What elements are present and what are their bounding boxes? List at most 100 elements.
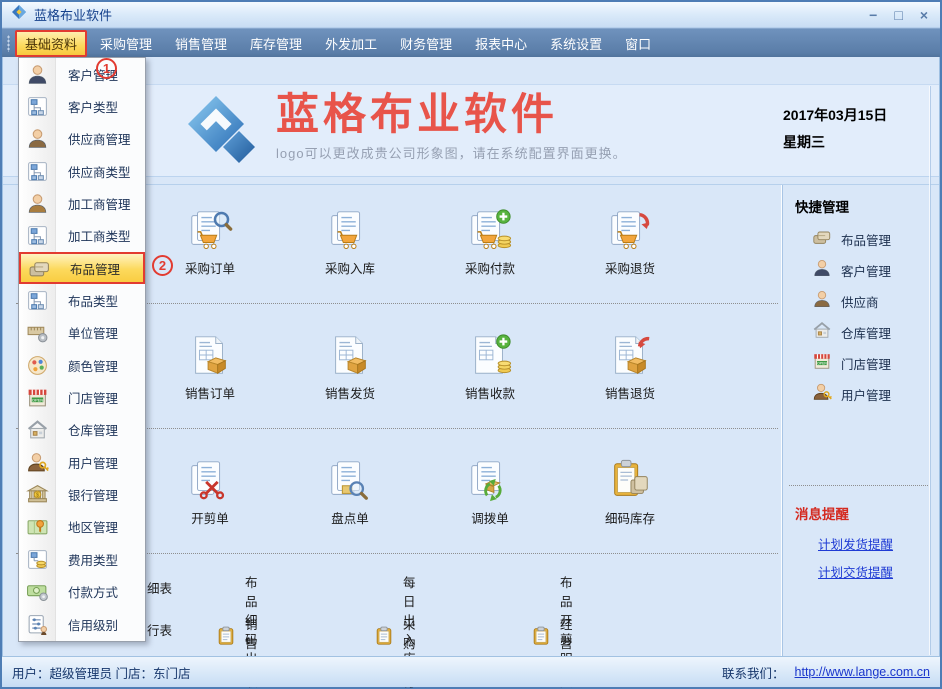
dropdown-menu-item[interactable]: 供应商类型 — [19, 155, 145, 187]
store-icon: OPEN — [19, 386, 56, 409]
title-bar: 蓝格布业软件 − □ × — [2, 2, 940, 28]
brand-title: 蓝格布业软件 — [276, 92, 627, 139]
menu-item[interactable]: 外发加工 — [315, 30, 387, 57]
menu-item[interactable]: 窗口 — [615, 30, 661, 57]
report-link-partial[interactable]: 细表 — [147, 578, 172, 597]
purchase-row: 采购订单 采购入库 采购付款 采购退货 — [140, 205, 780, 277]
dropdown-menu-item[interactable]: 加工商管理 — [19, 187, 145, 219]
status-bar: 用户：超级管理员 门店：东门店 联系我们： http://www.lange.c… — [2, 656, 940, 687]
message-link[interactable]: 计划交货提醒 — [818, 562, 893, 581]
payment-icon — [19, 580, 56, 603]
launch-item[interactable]: 盘点单 — [280, 455, 420, 527]
brand-block: 蓝格布业软件 logo可以更改成贵公司形象图，请在系统配置界面更换。 — [186, 92, 627, 173]
quick-link[interactable]: 布品管理 — [812, 227, 891, 251]
maximize-button[interactable]: □ — [894, 8, 902, 22]
launch-item[interactable]: 销售订单 — [140, 330, 280, 402]
launch-item[interactable]: 销售退货 — [560, 330, 700, 402]
customer-icon — [812, 258, 832, 283]
toolbar-grip-icon — [7, 35, 10, 52]
launch-item[interactable]: 开剪单 — [140, 455, 280, 527]
message-link[interactable]: 计划发货提醒 — [818, 534, 893, 553]
right-edge-divider — [930, 86, 931, 655]
annotation-step-1: 1 — [96, 58, 117, 79]
expense-type-icon — [19, 548, 56, 571]
supplier-icon — [812, 289, 832, 314]
window-title: 蓝格布业软件 — [34, 5, 112, 24]
launch-item[interactable]: 细码库存 — [560, 455, 700, 527]
window-controls: − □ × — [869, 2, 928, 28]
launch-item[interactable]: 销售发货 — [280, 330, 420, 402]
processor-icon — [19, 192, 56, 215]
annotation-step-2: 2 — [152, 255, 173, 276]
sales-row: 销售订单 销售发货 销售收款 销售退货 — [140, 330, 780, 402]
report-link-partial[interactable]: 行表 — [147, 620, 172, 639]
purchase-return-icon — [607, 205, 653, 253]
quick-manage-title: 快捷管理 — [795, 196, 849, 216]
supplier-type-icon — [19, 160, 56, 183]
bank-icon: $ — [19, 483, 56, 506]
menu-item[interactable]: 报表中心 — [465, 30, 537, 57]
quick-link[interactable]: 仓库管理 — [812, 320, 891, 344]
dropdown-menu-item[interactable]: 客户类型 — [19, 90, 145, 122]
launch-item[interactable]: 采购退货 — [560, 205, 700, 277]
processor-type-icon — [19, 224, 56, 247]
dropdown-menu-item[interactable]: 供应商管理 — [19, 123, 145, 155]
dropdown-menu-item[interactable]: 仓库管理 — [19, 414, 145, 446]
dropdown-menu-item[interactable]: 地区管理 — [19, 511, 145, 543]
dropdown-menu-item[interactable]: 加工商类型 — [19, 220, 145, 252]
menu-item[interactable]: 销售管理 — [165, 30, 237, 57]
sales-return-icon — [607, 330, 653, 378]
dropdown-menu-item[interactable]: 客户管理 — [19, 58, 145, 90]
launch-item[interactable]: 采购入库 — [280, 205, 420, 277]
svg-text:OPEN: OPEN — [32, 397, 43, 402]
fabric-icon — [812, 227, 832, 252]
launch-item[interactable]: 调拨单 — [420, 455, 560, 527]
sales-ship-icon — [327, 330, 373, 378]
dropdown-menu-item[interactable]: 单位管理 — [19, 317, 145, 349]
credit-icon — [19, 613, 56, 636]
purchase-order-icon — [187, 205, 233, 253]
user-icon — [19, 451, 56, 474]
launch-item[interactable]: 采购付款 — [420, 205, 560, 277]
quick-link[interactable]: 客户管理 — [812, 258, 891, 282]
dropdown-menu-item[interactable]: 信用级别 — [19, 608, 145, 640]
menu-item[interactable]: 基础资料 — [15, 30, 87, 57]
current-date: 2017年03月15日 — [783, 102, 923, 129]
message-alert-title: 消息提醒 — [795, 503, 849, 523]
dropdown-item-list: 客户管理 客户类型 供应商管理 供应商类型 加工商管理 加工商类型 — [19, 58, 145, 640]
menu-item[interactable]: 库存管理 — [240, 30, 312, 57]
website-link[interactable]: http://www.lange.com.cn — [795, 665, 930, 679]
dropdown-menu-item[interactable]: $ 银行管理 — [19, 478, 145, 510]
app-window: 蓝格布业软件 − □ × 基础资料采购管理销售管理库存管理外发加工财务管理报表中… — [0, 0, 942, 689]
close-button[interactable]: × — [920, 8, 928, 22]
dropdown-menu-item[interactable]: 费用类型 — [19, 543, 145, 575]
purchase-in-icon — [327, 205, 373, 253]
launch-item[interactable]: 销售收款 — [420, 330, 560, 402]
dropdown-menu-item[interactable]: 用户管理 — [19, 446, 145, 478]
cutting-icon — [187, 455, 233, 503]
menu-item[interactable]: 系统设置 — [540, 30, 612, 57]
transfer-icon — [467, 455, 513, 503]
stocktake-icon — [327, 455, 373, 503]
quick-link[interactable]: 供应商 — [812, 289, 891, 313]
dropdown-menu-item[interactable]: 布品管理 — [19, 252, 145, 284]
main-sidebar-divider — [782, 185, 783, 656]
menu-item[interactable]: 采购管理 — [90, 30, 162, 57]
dropdown-menu-item[interactable]: 布品类型 — [19, 284, 145, 316]
fabric-icon — [21, 257, 58, 280]
menu-items: 基础资料采购管理销售管理库存管理外发加工财务管理报表中心系统设置窗口 — [15, 30, 661, 57]
app-logo-icon — [11, 4, 27, 25]
svg-text:OPEN: OPEN — [817, 361, 827, 365]
dropdown-menu-item[interactable]: OPEN 门店管理 — [19, 381, 145, 413]
quick-link[interactable]: OPEN 门店管理 — [812, 351, 891, 375]
store-icon: OPEN — [812, 351, 832, 376]
minimize-button[interactable]: − — [869, 8, 877, 22]
fabric-type-icon — [19, 289, 56, 312]
dropdown-menu-item[interactable]: 颜色管理 — [19, 349, 145, 381]
menu-item[interactable]: 财务管理 — [390, 30, 462, 57]
dropdown-menu-item[interactable]: 付款方式 — [19, 576, 145, 608]
quick-link[interactable]: 用户管理 — [812, 382, 891, 406]
date-block: 2017年03月15日 星期三 — [783, 102, 923, 155]
user-icon — [812, 382, 832, 407]
customer-icon — [19, 63, 56, 86]
